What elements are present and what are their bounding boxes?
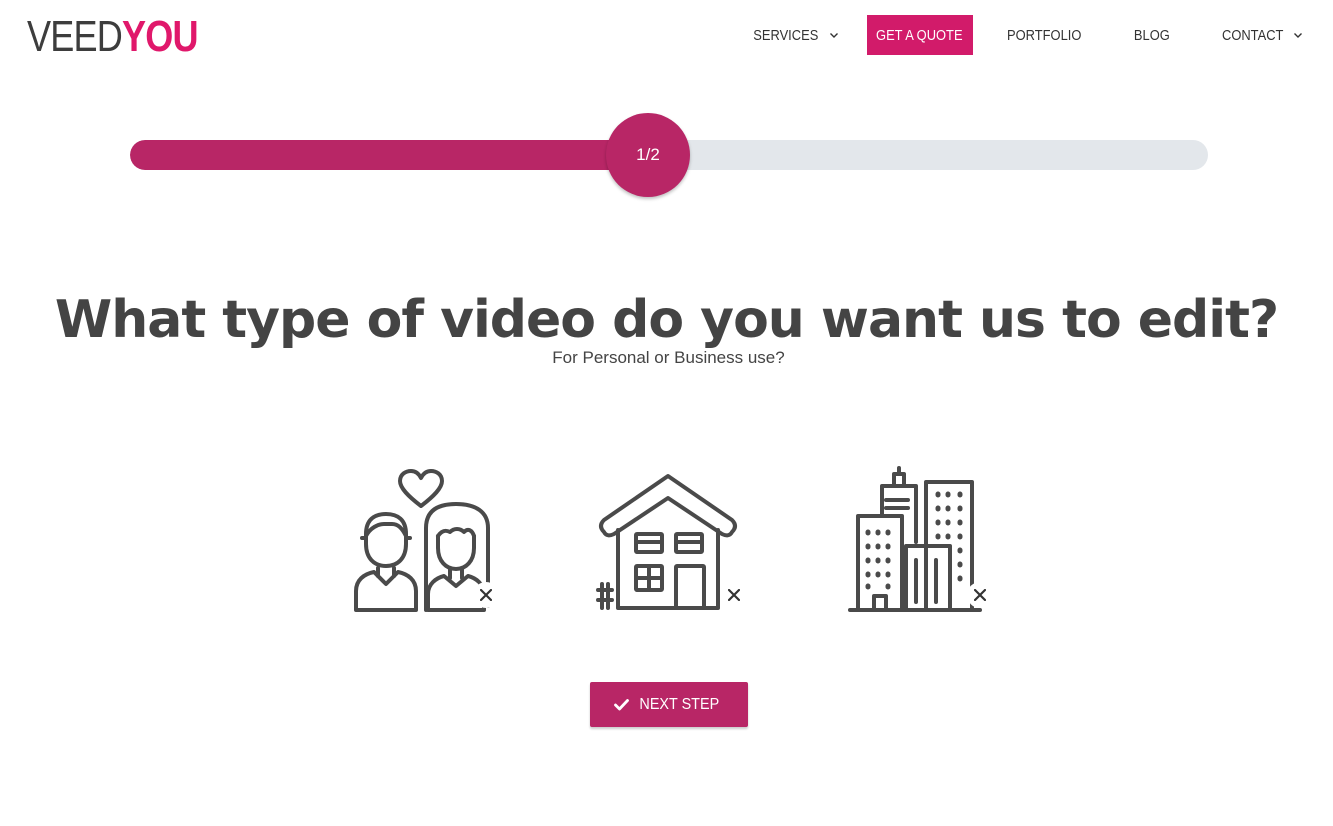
page: VEEDYOU SERVICES GET A QUOTE PORTFOLIO B… xyxy=(0,0,1333,826)
next-step-button[interactable]: NEXT STEP xyxy=(590,682,748,727)
chevron-down-icon xyxy=(829,33,838,38)
nav-contact-label: CONTACT xyxy=(1221,26,1284,44)
progress-step-indicator: 1/2 xyxy=(606,113,690,197)
check-icon xyxy=(614,698,630,710)
deselect-icon[interactable] xyxy=(473,582,499,608)
nav-get-a-quote-button[interactable]: GET A QUOTE xyxy=(866,15,973,55)
question-subtitle: For Personal or Business use? xyxy=(552,348,785,367)
logo-text-you: YOU xyxy=(121,12,199,61)
next-step-label: NEXT STEP xyxy=(639,695,720,713)
deselect-icon[interactable] xyxy=(721,582,747,608)
deselect-icon[interactable] xyxy=(967,582,993,608)
nav-get-a-quote-label: GET A QUOTE xyxy=(876,26,963,44)
nav-portfolio-label: PORTFOLIO xyxy=(1006,26,1081,44)
option-personal[interactable] xyxy=(348,466,499,616)
nav-contact[interactable]: CONTACT xyxy=(1217,15,1303,55)
nav-blog[interactable]: BLOG xyxy=(1131,15,1173,55)
nav-portfolio[interactable]: PORTFOLIO xyxy=(1001,15,1087,55)
progress-bar-fill xyxy=(130,140,649,170)
question-title: What type of video do you want us to edi… xyxy=(54,290,1279,350)
nav-services[interactable]: SERVICES xyxy=(748,15,839,55)
option-business[interactable] xyxy=(842,466,993,616)
option-home[interactable] xyxy=(596,466,747,616)
nav-blog-label: BLOG xyxy=(1133,26,1170,44)
logo-text-veed: VEED xyxy=(27,12,123,61)
nav-services-label: SERVICES xyxy=(753,26,819,44)
chevron-down-icon xyxy=(1294,33,1302,38)
main-nav: SERVICES GET A QUOTE PORTFOLIO BLOG CONT… xyxy=(748,15,1303,55)
logo[interactable]: VEEDYOU xyxy=(27,12,199,61)
